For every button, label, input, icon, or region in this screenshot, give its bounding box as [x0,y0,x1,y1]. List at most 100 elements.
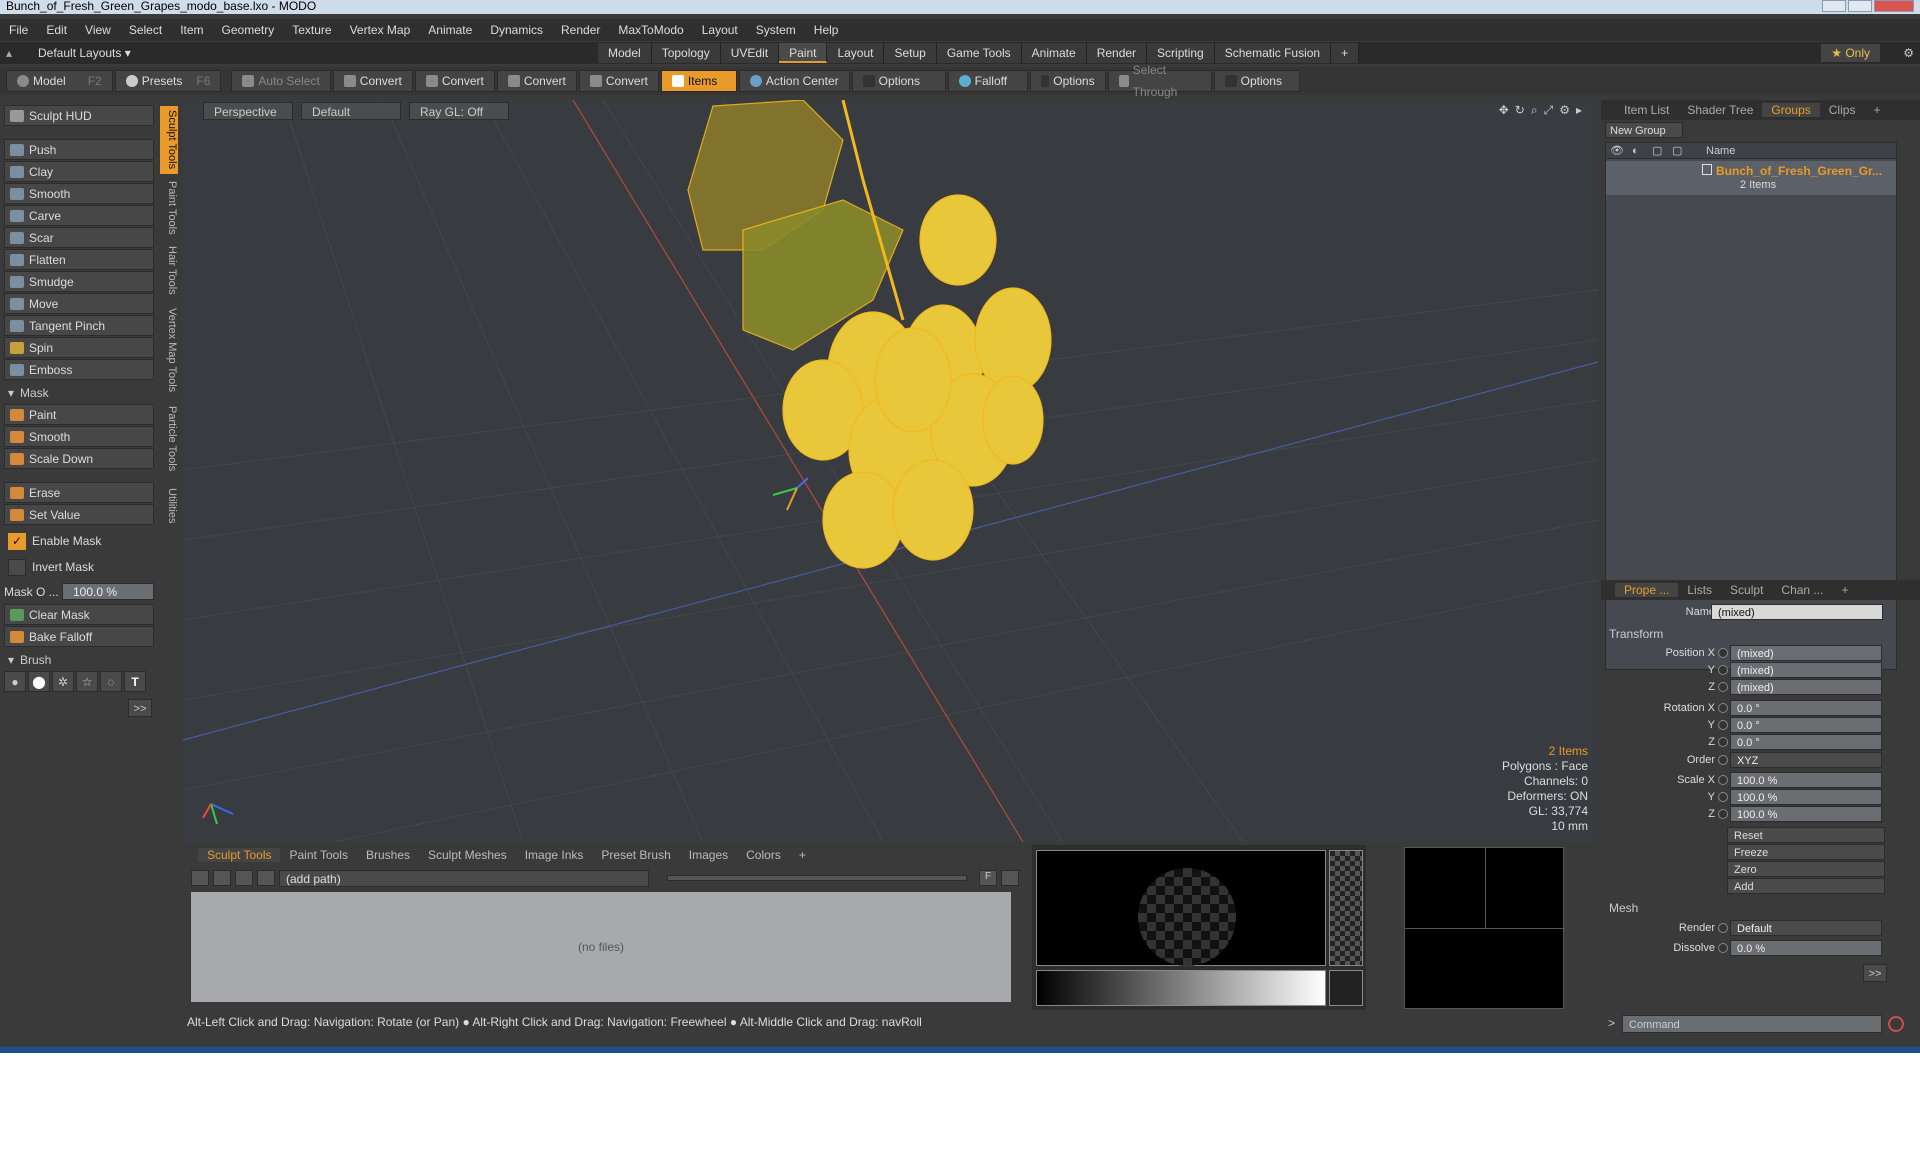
items-button[interactable]: Items [660,70,737,92]
tab-item-list[interactable]: Item List [1615,103,1678,117]
scale-x-field[interactable]: 100.0 % [1730,772,1882,788]
erase-button[interactable]: Erase [4,482,154,503]
position-z-field[interactable]: (mixed) [1730,679,1882,695]
clear-mask-button[interactable]: Clear Mask [4,604,154,625]
tab-setup[interactable]: Setup [884,43,937,63]
move-view-icon[interactable]: ✥ [1499,103,1515,117]
flatten-tool-button[interactable]: Flatten [4,249,154,270]
keyframe-icon[interactable] [1718,648,1728,658]
new-group-button[interactable]: New Group [1605,122,1683,138]
soft-brush-icon[interactable]: ● [4,671,26,692]
menu-select[interactable]: Select [120,23,171,37]
menu-system[interactable]: System [747,23,805,37]
file-list-area[interactable]: (no files) [191,892,1011,1002]
add-scene-tab-button[interactable]: + [1864,103,1889,117]
mesh-section-header[interactable]: Mesh [1609,900,1638,916]
freeze-dropdown[interactable]: Freeze [1727,844,1885,860]
spin-tool-button[interactable]: Spin [4,337,154,358]
action-center-button[interactable]: Action Center [738,70,850,92]
command-history-icon[interactable] [1888,1016,1904,1032]
default-layouts-dropdown[interactable]: Default Layouts ▾ [18,46,598,60]
convert-polygons-button[interactable]: Convert [496,70,577,92]
keyframe-icon[interactable] [1718,682,1728,692]
sidetab-hair-tools[interactable]: Hair Tools [160,242,178,298]
mask-section-header[interactable]: ▾ Mask [4,384,154,402]
tab-shader-tree[interactable]: Shader Tree [1678,103,1762,117]
tab-clips[interactable]: Clips [1820,103,1865,117]
btab-add[interactable]: + [790,848,815,862]
name-column-header[interactable]: Name [1706,143,1735,159]
falloff-options-button[interactable]: Options [1029,70,1106,92]
sidetab-particle-tools[interactable]: Particle Tools [160,402,178,476]
menu-geometry[interactable]: Geometry [213,23,284,37]
brush-section-header[interactable]: ▾ Brush [4,651,154,669]
viewport-gear-icon[interactable]: ⚙ [1559,103,1576,117]
rotation-y-field[interactable]: 0.0 ° [1730,717,1882,733]
position-y-field[interactable]: (mixed) [1730,662,1882,678]
thumbnail-size-slider[interactable] [667,875,967,881]
menu-maxtomodo[interactable]: MaxToModo [609,23,692,37]
shading-mode-button[interactable]: Default [301,102,401,120]
back-arrow-icon[interactable] [191,870,209,886]
dissolve-field[interactable]: 0.0 % [1730,940,1882,956]
keyframe-icon[interactable] [1718,792,1728,802]
push-tool-button[interactable]: Push [4,139,154,160]
model-button[interactable]: Model F2 [6,70,113,92]
menu-item[interactable]: Item [171,23,212,37]
tab-lists[interactable]: Lists [1678,583,1721,597]
lock-icon[interactable]: ▢ [1652,143,1662,159]
presets-button[interactable]: Presets F6 [114,70,222,92]
name-field[interactable]: (mixed) [1711,604,1883,620]
scale-z-field[interactable]: 100.0 % [1730,806,1882,822]
smooth-tool-button[interactable]: Smooth [4,183,154,204]
add-path-icon[interactable] [257,870,275,886]
sidetab-utilities[interactable]: Utilities [160,480,178,532]
mask-smooth-button[interactable]: Smooth [4,426,154,447]
keyframe-icon[interactable] [1718,665,1728,675]
invert-mask-toggle[interactable]: Invert Mask [4,557,154,578]
tangent-pinch-tool-button[interactable]: Tangent Pinch [4,315,154,336]
tab-properties[interactable]: Prope ... [1615,583,1679,597]
menu-file[interactable]: File [0,23,37,37]
select-options-button[interactable]: Options [1213,70,1300,92]
3d-viewport[interactable]: Perspective Default Ray GL: Off ✥↻⌕⤢⚙▸ 2… [183,100,1598,842]
bake-falloff-button[interactable]: Bake Falloff [4,626,154,647]
action-center-options-button[interactable]: Options [851,70,946,92]
render-dropdown[interactable]: Default [1730,920,1882,936]
menu-texture[interactable]: Texture [283,23,340,37]
more-properties-button[interactable]: >> [1863,964,1887,982]
keyframe-icon[interactable] [1718,923,1728,933]
keyframe-icon[interactable] [1718,755,1728,765]
menu-help[interactable]: Help [805,23,848,37]
zoom-icon[interactable]: ⌕ [1531,103,1544,117]
set-value-button[interactable]: Set Value [4,504,154,525]
tab-uvedit[interactable]: UVEdit [720,43,780,63]
position-x-field[interactable]: (mixed) [1730,645,1882,661]
eye-icon[interactable]: 👁 [1610,143,1624,159]
select-icon[interactable]: ▢ [1672,143,1682,159]
rotate-view-icon[interactable]: ↻ [1515,103,1531,117]
keyframe-icon[interactable] [1718,737,1728,747]
reset-dropdown[interactable]: Reset [1727,827,1885,843]
color-swatch[interactable] [1329,970,1363,1006]
sculpt-hud-button[interactable]: Sculpt HUD [4,105,154,126]
browser-gear-icon[interactable] [1001,870,1019,886]
btab-brushes[interactable]: Brushes [357,848,419,862]
select-through-button[interactable]: Select Through [1107,63,1212,99]
keyframe-icon[interactable] [1718,943,1728,953]
menu-edit[interactable]: Edit [37,23,76,37]
tab-sculpt[interactable]: Sculpt [1721,583,1772,597]
keyframe-icon[interactable] [1718,775,1728,785]
add-tab-button[interactable]: + [1331,43,1360,63]
convert-edges-button[interactable]: Convert [414,70,495,92]
expand-more-button[interactable]: >> [128,699,152,717]
menu-vertex-map[interactable]: Vertex Map [341,23,420,37]
auto-select-button[interactable]: Auto Select [231,70,331,92]
btab-sculpt-meshes[interactable]: Sculpt Meshes [419,848,516,862]
tab-schematic-fusion[interactable]: Schematic Fusion [1214,43,1332,63]
view-type-button[interactable]: Perspective [203,102,293,120]
maximize-button[interactable] [1848,0,1872,12]
render-icon[interactable]: ◐ [1632,143,1639,159]
clay-tool-button[interactable]: Clay [4,161,154,182]
tab-model[interactable]: Model [598,43,652,63]
